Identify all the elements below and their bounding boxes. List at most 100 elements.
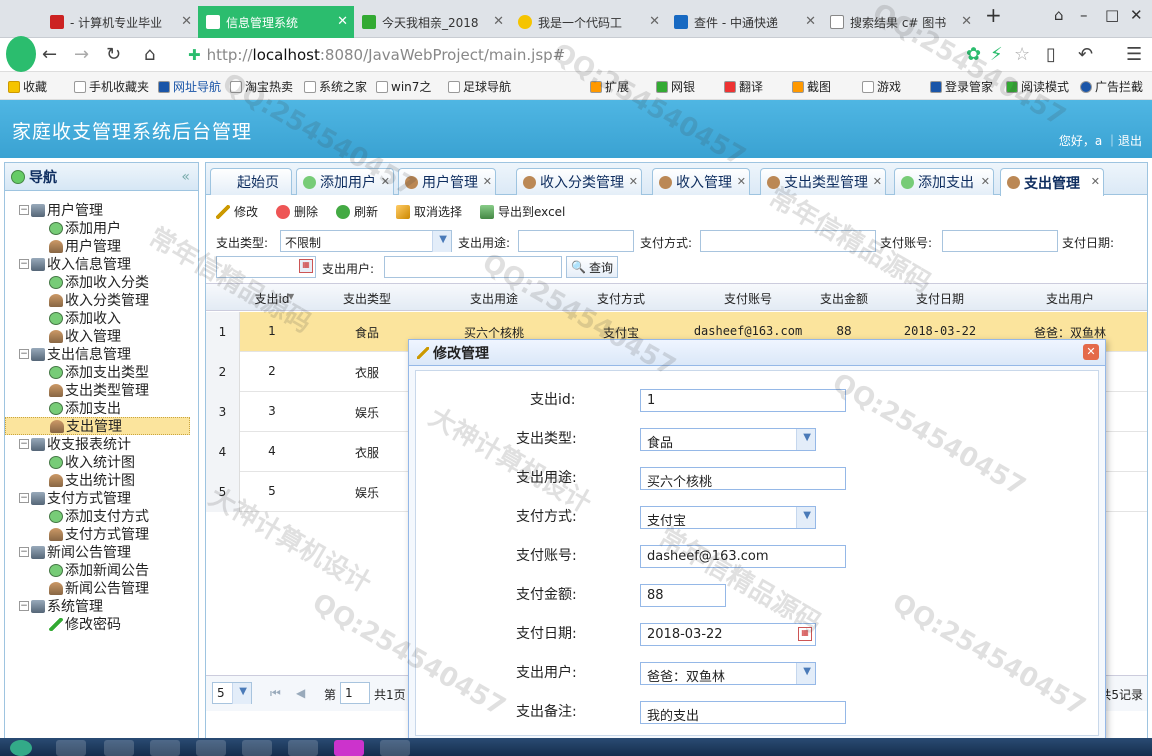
home-icon[interactable]: ⌂ [144, 44, 155, 65]
tab-add-user[interactable]: 添加用户 ✕ [296, 168, 394, 195]
nav-item[interactable]: 修改密码 [5, 615, 190, 633]
col-header-user[interactable]: 支出用户 [1004, 290, 1136, 307]
browser-tab[interactable]: 我是一个代码工 ✕ [510, 6, 666, 38]
col-header-account[interactable]: 支付账号 [684, 290, 812, 307]
screenshot-button[interactable]: 截图 [792, 78, 831, 95]
netbank-button[interactable]: 网银 [656, 78, 695, 95]
maximize-icon[interactable]: □ [1105, 6, 1119, 24]
edit-button[interactable]: 修改 [216, 203, 258, 220]
tab-add-expense[interactable]: 添加支出 ✕ [894, 168, 994, 195]
close-icon[interactable]: ✕ [629, 175, 638, 188]
taskbar-app-icon[interactable] [150, 740, 180, 756]
collapse-toggle-icon[interactable]: − [19, 493, 29, 503]
collapse-icon[interactable]: « [181, 169, 190, 185]
col-header-method[interactable]: 支付方式 [558, 290, 684, 307]
browser-tab[interactable]: - 计算机专业毕业 ✕ [42, 6, 198, 38]
undo-icon[interactable]: ↶ [1078, 44, 1093, 65]
taskbar-app-icon[interactable] [242, 740, 272, 756]
close-icon[interactable]: ✕ [981, 175, 990, 188]
taskbar-app-icon[interactable] [56, 740, 86, 756]
url-input[interactable]: ✚ http://localhost:8080/JavaWebProject/m… [178, 42, 1008, 68]
page-size-select[interactable]: 5 ▼ [212, 682, 252, 704]
user-filter-input[interactable] [384, 256, 562, 278]
lightning-icon[interactable]: ⚡ [990, 44, 1003, 65]
collapse-toggle-icon[interactable]: − [19, 205, 29, 215]
star-icon[interactable]: ☆ [1014, 44, 1030, 65]
export-excel-button[interactable]: 导出到excel [480, 203, 565, 220]
close-icon[interactable]: ✕ [493, 14, 504, 29]
col-header-date[interactable]: 支付日期 [876, 290, 1004, 307]
back-icon[interactable]: ← [42, 44, 57, 65]
browser-tab[interactable]: 查件 - 中通快递 ✕ [666, 6, 822, 38]
reading-mode-button[interactable]: 阅读模式 [1006, 78, 1069, 95]
nav-item[interactable]: 用户管理 [5, 237, 190, 255]
nav-item[interactable]: 添加支出 [5, 399, 190, 417]
tab-user-manage[interactable]: 用户管理 ✕ [398, 168, 496, 195]
nav-group[interactable]: − 系统管理 [5, 597, 190, 615]
phone-icon[interactable]: ▯ [1046, 44, 1056, 65]
close-icon[interactable]: ✕ [873, 175, 882, 188]
close-window-icon[interactable]: ✕ [1130, 6, 1143, 24]
nav-group[interactable]: − 用户管理 [5, 201, 190, 219]
taskbar-app-icon[interactable] [334, 740, 364, 756]
refresh-button[interactable]: 刷新 [336, 203, 378, 220]
games-button[interactable]: 游戏 [862, 78, 901, 95]
taskbar-app-icon[interactable] [288, 740, 318, 756]
close-icon[interactable]: ✕ [1091, 175, 1100, 188]
nav-item[interactable]: 添加支出类型 [5, 363, 190, 381]
tray-icons[interactable] [1010, 740, 1120, 756]
forward-icon[interactable]: → [74, 44, 89, 65]
account-filter-input[interactable] [942, 230, 1058, 252]
nav-item[interactable]: 新闻公告管理 [5, 579, 190, 597]
login-manager-button[interactable]: 登录管家 [930, 78, 993, 95]
expense-user-select[interactable]: 爸爸：双鱼林 ▼ [640, 662, 816, 685]
bookmark-item[interactable]: 淘宝热卖 [230, 78, 293, 95]
nav-item[interactable]: 添加用户 [5, 219, 190, 237]
nav-group[interactable]: − 支出信息管理 [5, 345, 190, 363]
close-icon[interactable]: ✕ [381, 175, 390, 188]
skin-icon[interactable]: ⌂ [1054, 6, 1064, 24]
tab-expense-type[interactable]: 支出类型管理 ✕ [760, 168, 886, 195]
adblock-button[interactable]: 广告拦截 [1080, 78, 1143, 95]
close-icon[interactable]: ✕ [483, 175, 492, 188]
taskbar-app-icon[interactable] [196, 740, 226, 756]
reload-icon[interactable]: ↻ [106, 44, 121, 65]
tab-home[interactable]: 起始页 [210, 168, 292, 195]
expense-purpose-input[interactable]: 买六个核桃 [640, 467, 846, 490]
delete-button[interactable]: 删除 [276, 203, 318, 220]
nav-item[interactable]: 支出统计图 [5, 471, 190, 489]
browser-tab[interactable]: 今天我相亲_2018 ✕ [354, 6, 510, 38]
start-button[interactable] [10, 740, 32, 756]
calendar-icon[interactable]: ▦ [798, 627, 812, 641]
expense-id-input[interactable]: 1 [640, 389, 846, 412]
payment-amount-input[interactable]: 88 [640, 584, 726, 607]
collapse-toggle-icon[interactable]: − [19, 259, 29, 269]
query-button[interactable]: 🔍 查询 [566, 256, 618, 278]
expense-remark-input[interactable]: 我的支出 [640, 701, 846, 724]
cancel-selection-button[interactable]: 取消选择 [396, 203, 462, 220]
col-header-id[interactable]: 支出id [240, 290, 304, 307]
close-icon[interactable]: ✕ [737, 175, 746, 188]
close-icon[interactable]: ✕ [649, 14, 660, 29]
col-header-amount[interactable]: 支出金额 [812, 290, 876, 307]
prev-page-icon[interactable]: ◀ [296, 686, 305, 700]
nav-item[interactable]: 支付方式管理 [5, 525, 190, 543]
expense-type-select[interactable]: 食品 ▼ [640, 428, 816, 451]
nav-group[interactable]: − 收入信息管理 [5, 255, 190, 273]
collapse-toggle-icon[interactable]: − [19, 547, 29, 557]
type-filter-select[interactable]: 不限制 ▼ [280, 230, 452, 252]
taskbar-app-icon[interactable] [380, 740, 410, 756]
close-icon[interactable]: ✕ [337, 14, 348, 29]
menu-icon[interactable]: ☰ [1126, 44, 1142, 65]
close-icon[interactable]: ✕ [805, 14, 816, 29]
nav-item[interactable]: 添加支付方式 [5, 507, 190, 525]
browser-tab[interactable]: 搜索结果 c# 图书 ✕ [822, 6, 978, 38]
col-header-type[interactable]: 支出类型 [304, 290, 430, 307]
nav-item[interactable]: 添加收入分类 [5, 273, 190, 291]
collapse-toggle-icon[interactable]: − [19, 439, 29, 449]
date-filter-input[interactable]: ▦ [216, 256, 316, 278]
close-icon[interactable]: ✕ [181, 14, 192, 29]
payment-date-input[interactable]: 2018-03-22 ▦ [640, 623, 816, 646]
close-icon[interactable]: ✕ [1083, 344, 1099, 360]
nav-item[interactable]: 收入分类管理 [5, 291, 190, 309]
